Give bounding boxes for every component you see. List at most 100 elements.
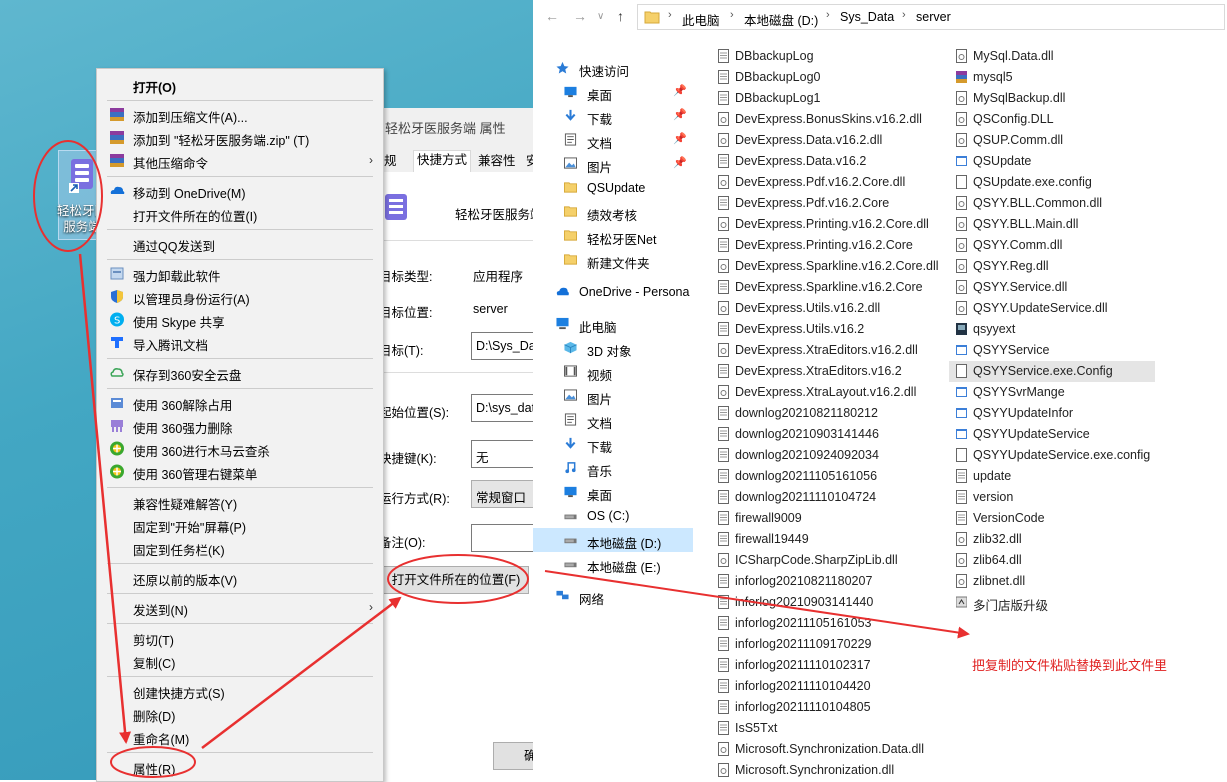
menu-restore[interactable]: 还原以前的版本(V) <box>97 566 383 589</box>
file-item[interactable]: downlog20211110104724 <box>711 487 931 508</box>
file-item[interactable]: inforlog20211110104420 <box>711 676 931 697</box>
forward-arrow-icon[interactable]: → <box>573 8 587 24</box>
tree-item[interactable]: 文档 <box>533 408 693 432</box>
file-item[interactable]: DevExpress.BonusSkins.v16.2.dll <box>711 109 931 130</box>
pin-icon[interactable]: 📌 <box>673 156 687 169</box>
file-item[interactable]: DBbackupLog <box>711 46 931 67</box>
file-item[interactable]: downlog20211105161056 <box>711 466 931 487</box>
open-location-button[interactable]: 打开文件所在的位置(F) <box>383 566 529 594</box>
file-item[interactable]: firewall19449 <box>711 529 931 550</box>
file-item[interactable]: DevExpress.Sparkline.v16.2.Core.dll <box>711 256 939 277</box>
tree-item[interactable]: 桌面 <box>533 480 693 504</box>
file-item[interactable]: DevExpress.Utils.v16.2 <box>711 319 931 340</box>
tree-item[interactable]: 网络 <box>533 584 693 608</box>
file-item[interactable]: DevExpress.Printing.v16.2.Core.dll <box>711 214 931 235</box>
tree-item[interactable]: 图片 📌 <box>533 152 693 176</box>
menu-tencent-doc[interactable]: 导入腾讯文档 <box>97 331 383 354</box>
menu-delete[interactable]: 删除(D) <box>97 702 383 725</box>
menu-add-zip[interactable]: 添加到 "轻松牙医服务端.zip" (T) <box>97 126 383 149</box>
file-item[interactable]: inforlog20211109170229 <box>711 634 931 655</box>
tree-item[interactable]: 音乐 <box>533 456 693 480</box>
menu-other-compress[interactable]: 其他压缩命令 › <box>97 149 383 172</box>
file-item[interactable]: DevExpress.XtraLayout.v16.2.dll <box>711 382 931 403</box>
file-item[interactable]: QSYY.BLL.Main.dll <box>949 214 1169 235</box>
menu-save-360[interactable]: 保存到360安全云盘 <box>97 361 383 384</box>
pin-icon[interactable]: 📌 <box>673 108 687 121</box>
tree-item[interactable]: OneDrive - Persona <box>533 280 693 304</box>
tree-item[interactable]: 本地磁盘 (E:) <box>533 552 693 576</box>
tree-item[interactable]: 绩效考核 <box>533 200 693 224</box>
file-item[interactable]: DevExpress.Data.v16.2 <box>711 151 931 172</box>
file-item[interactable]: DevExpress.Utils.v16.2.dll <box>711 298 931 319</box>
file-item[interactable]: QSUP.Comm.dll <box>949 130 1169 151</box>
file-item[interactable]: QSYY.Comm.dll <box>949 235 1169 256</box>
tree-item[interactable]: 桌面 📌 <box>533 80 693 104</box>
file-item[interactable]: DBbackupLog0 <box>711 67 931 88</box>
tree-item[interactable]: 3D 对象 <box>533 336 693 360</box>
pin-icon[interactable]: 📌 <box>673 84 687 97</box>
tree-item[interactable]: QSUpdate <box>533 176 693 200</box>
menu-cut[interactable]: 剪切(T) <box>97 626 383 649</box>
file-item[interactable]: zlib64.dll <box>949 550 1169 571</box>
tree-item[interactable]: 视频 <box>533 360 693 384</box>
pin-icon[interactable]: 📌 <box>673 132 687 145</box>
tree-item[interactable]: 新建文件夹 <box>533 248 693 272</box>
menu-run-admin[interactable]: 以管理员身份运行(A) <box>97 285 383 308</box>
address-bar[interactable]: › 此电脑 › 本地磁盘 (D:) › Sys_Data › server <box>637 4 1225 30</box>
file-item[interactable]: inforlog20210903141440 <box>711 592 931 613</box>
menu-send-qq[interactable]: 通过QQ发送到 <box>97 232 383 255</box>
menu-rename[interactable]: 重命名(M) <box>97 725 383 748</box>
file-item[interactable]: QSYY.Reg.dll <box>949 256 1169 277</box>
file-item[interactable]: update <box>949 466 1169 487</box>
menu-rightmenu-360[interactable]: 使用 360管理右键菜单 <box>97 460 383 483</box>
file-item[interactable]: MySql.Data.dll <box>949 46 1169 67</box>
menu-send-to[interactable]: 发送到(N) › <box>97 596 383 619</box>
file-item[interactable]: QSConfig.DLL <box>949 109 1169 130</box>
file-item[interactable]: inforlog20211110104805 <box>711 697 931 718</box>
menu-move-onedrive[interactable]: 移动到 OneDrive(M) <box>97 179 383 202</box>
file-item[interactable]: DevExpress.Printing.v16.2.Core <box>711 235 931 256</box>
file-item[interactable]: qsyyext <box>949 319 1169 340</box>
menu-create-shortcut[interactable]: 创建快捷方式(S) <box>97 679 383 702</box>
menu-force-uninstall[interactable]: 强力卸载此软件 <box>97 262 383 285</box>
menu-properties[interactable]: 属性(R) <box>97 755 383 778</box>
file-item[interactable]: inforlog20211105161053 <box>711 613 931 634</box>
menu-pin-taskbar[interactable]: 固定到任务栏(K) <box>97 536 383 559</box>
file-item[interactable]: VersionCode <box>949 508 1169 529</box>
file-item[interactable]: zlibnet.dll <box>949 571 1169 592</box>
tree-item[interactable]: 文档 📌 <box>533 128 693 152</box>
file-item[interactable]: 多门店版升级 <box>949 592 1169 613</box>
file-item[interactable]: QSYY.BLL.Common.dll <box>949 193 1169 214</box>
menu-pin-start[interactable]: 固定到"开始"屏幕(P) <box>97 513 383 536</box>
file-item[interactable]: ICSharpCode.SharpZipLib.dll <box>711 550 931 571</box>
menu-skype-share[interactable]: S 使用 Skype 共享 <box>97 308 383 331</box>
file-item[interactable]: DevExpress.XtraEditors.v16.2.dll <box>711 340 931 361</box>
file-item[interactable]: QSYY.Service.dll <box>949 277 1169 298</box>
file-item[interactable]: DevExpress.Data.v16.2.dll <box>711 130 931 151</box>
menu-unlock-360[interactable]: 使用 360解除占用 <box>97 391 383 414</box>
file-item[interactable]: IsS5Txt <box>711 718 931 739</box>
file-item[interactable]: QSYYUpdateService <box>949 424 1169 445</box>
file-item[interactable]: DevExpress.XtraEditors.v16.2 <box>711 361 931 382</box>
file-item[interactable]: Microsoft.Synchronization.dll <box>711 760 931 781</box>
file-item[interactable]: firewall9009 <box>711 508 931 529</box>
tree-item[interactable]: 快速访问 <box>533 56 693 80</box>
file-item[interactable]: downlog20210821180212 <box>711 403 931 424</box>
menu-open-location[interactable]: 打开文件所在的位置(I) <box>97 202 383 225</box>
menu-trojan-360[interactable]: 使用 360进行木马云查杀 <box>97 437 383 460</box>
file-item[interactable]: MySqlBackup.dll <box>949 88 1169 109</box>
tab-shortcut[interactable]: 快捷方式 <box>413 150 472 173</box>
tree-item[interactable]: 图片 <box>533 384 693 408</box>
menu-force-delete-360[interactable]: 使用 360强力删除 <box>97 414 383 437</box>
file-item[interactable]: QSYYUpdateInfor <box>949 403 1169 424</box>
breadcrumb-sys-data[interactable]: Sys_Data <box>840 10 894 24</box>
tab-compat[interactable]: 兼容性 <box>475 152 519 171</box>
up-arrow-icon[interactable]: ↑ <box>617 8 624 24</box>
menu-open[interactable]: 打开(O) <box>97 73 383 96</box>
file-item[interactable]: QSYYSvrMange <box>949 382 1169 403</box>
file-item[interactable]: QSYYService.exe.Config <box>949 361 1155 382</box>
menu-copy[interactable]: 复制(C) <box>97 649 383 672</box>
file-item[interactable]: downlog20210903141446 <box>711 424 931 445</box>
menu-add-archive[interactable]: 添加到压缩文件(A)... <box>97 103 383 126</box>
breadcrumb-drive-d[interactable]: 本地磁盘 (D:) <box>744 10 818 29</box>
